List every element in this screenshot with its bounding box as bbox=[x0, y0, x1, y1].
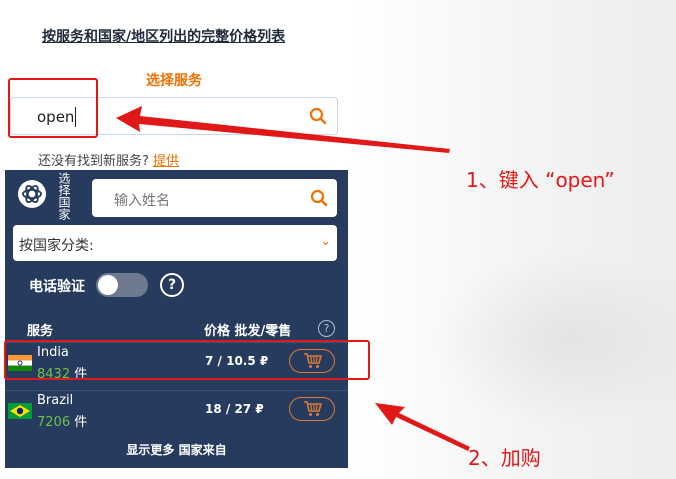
annotation-step-2: 2、加购 bbox=[468, 446, 541, 470]
annotation-arrow-2 bbox=[375, 403, 470, 451]
annotation-step-1: 1、键入 “open” bbox=[466, 168, 615, 192]
annotation-arrows bbox=[116, 106, 470, 451]
annotation-arrow-1 bbox=[116, 106, 450, 153]
